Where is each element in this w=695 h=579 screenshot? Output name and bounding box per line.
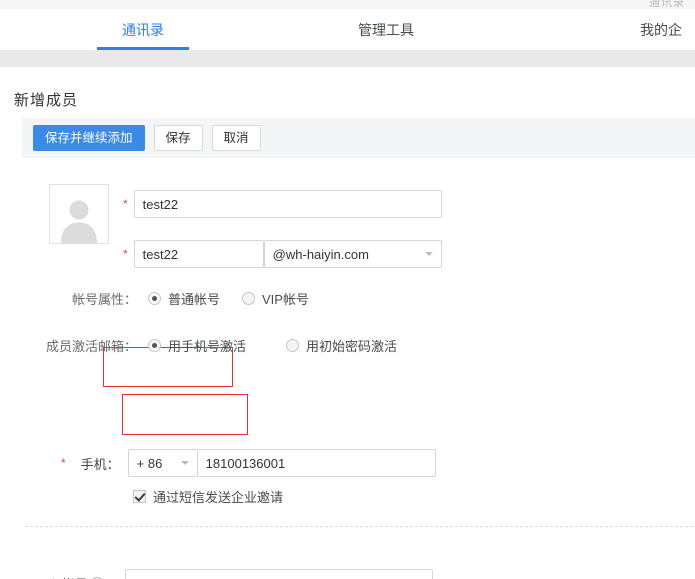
account-field-row: * 帐号 i ： test22 (51, 569, 433, 579)
cutoff-text: 通讯录 (649, 0, 685, 9)
activation-label: 成员激活邮箱： (30, 336, 137, 355)
form-section-divider (25, 526, 693, 527)
radio-vip-account[interactable] (242, 292, 255, 305)
save-and-continue-button[interactable]: 保存并继续添加 (33, 125, 145, 151)
radio-activate-by-phone[interactable] (148, 339, 161, 352)
account-label: 帐号 (62, 574, 88, 579)
account-attribute-label: 帐号属性： (59, 289, 137, 308)
email-prefix-value: test22 (143, 247, 178, 262)
cancel-button[interactable]: 取消 (212, 125, 261, 151)
tab-contacts-label: 通讯录 (122, 20, 164, 40)
phone-field-row: * 手机： + 86 18100136001 (61, 449, 436, 477)
name-field-row: * test22 (123, 190, 442, 218)
radio-normal-account[interactable] (148, 292, 161, 305)
checkbox-sms-invite-label: 通过短信发送企业邀请 (153, 487, 283, 506)
phone-number-input[interactable]: 18100136001 (198, 449, 436, 477)
account-input[interactable]: test22 (125, 569, 433, 579)
tab-admin-tools-label: 管理工具 (358, 20, 414, 40)
checkbox-sms-invite[interactable] (133, 490, 146, 503)
phone-number-value: 18100136001 (206, 456, 286, 471)
activation-mail-row: 成员激活邮箱： 用手机号激活 用初始密码激活 (30, 336, 397, 355)
user-avatar-icon (56, 197, 102, 243)
radio-normal-account-label: 普通帐号 (168, 289, 220, 308)
radio-activate-by-phone-label: 用手机号激活 (168, 336, 246, 355)
account-input-value: test22 (134, 576, 169, 579)
phone-country-code-value: + 86 (137, 456, 163, 471)
section-separator-band (0, 50, 695, 67)
app-root: 通讯录 通讯录 管理工具 我的企 新增成员 保存并继续添加 保存 取消 (0, 0, 695, 579)
email-domain-select[interactable]: @wh-haiyin.com (264, 240, 442, 268)
tab-my-enterprise-label: 我的企 (640, 20, 682, 40)
activation-option-password[interactable]: 用初始密码激活 (286, 336, 397, 355)
form-action-toolbar: 保存并继续添加 保存 取消 (22, 118, 695, 158)
account-attribute-option-normal[interactable]: 普通帐号 (148, 289, 220, 308)
activation-option-phone[interactable]: 用手机号激活 (148, 336, 246, 355)
name-input[interactable]: test22 (134, 190, 442, 218)
email-domain-value: @wh-haiyin.com (273, 247, 369, 262)
email-field-row: * test22 @wh-haiyin.com (123, 240, 442, 268)
tab-admin-tools[interactable]: 管理工具 (340, 9, 432, 50)
chevron-down-icon (181, 461, 189, 465)
avatar-placeholder[interactable] (49, 184, 109, 244)
tab-my-enterprise[interactable]: 我的企 (640, 9, 695, 50)
window-top-strip: 通讯录 (0, 0, 695, 9)
chevron-down-icon (425, 252, 433, 256)
save-button[interactable]: 保存 (154, 125, 203, 151)
main-tabbar: 通讯录 管理工具 我的企 (0, 9, 695, 50)
email-prefix-input[interactable]: test22 (134, 240, 264, 268)
phone-country-code-select[interactable]: + 86 (128, 449, 198, 477)
account-attribute-option-vip[interactable]: VIP帐号 (242, 289, 309, 308)
radio-vip-account-label: VIP帐号 (262, 289, 309, 308)
page-title: 新增成员 (14, 89, 78, 110)
name-required-star: * (123, 198, 128, 210)
tab-contacts[interactable]: 通讯录 (97, 9, 189, 50)
name-input-value: test22 (143, 197, 178, 212)
phone-required-star: * (61, 457, 66, 469)
account-label-colon: ： (106, 574, 119, 579)
phone-label: 手机： (72, 454, 120, 473)
sms-invite-row[interactable]: 通过短信发送企业邀请 (133, 487, 283, 506)
email-required-star: * (123, 248, 128, 260)
highlight-box-activation (122, 394, 248, 435)
radio-activate-by-password[interactable] (286, 339, 299, 352)
account-attribute-row: 帐号属性： 普通帐号 VIP帐号 (59, 289, 309, 308)
page-content: 新增成员 保存并继续添加 保存 取消 * test22 (0, 67, 695, 579)
radio-activate-by-password-label: 用初始密码激活 (306, 336, 397, 355)
